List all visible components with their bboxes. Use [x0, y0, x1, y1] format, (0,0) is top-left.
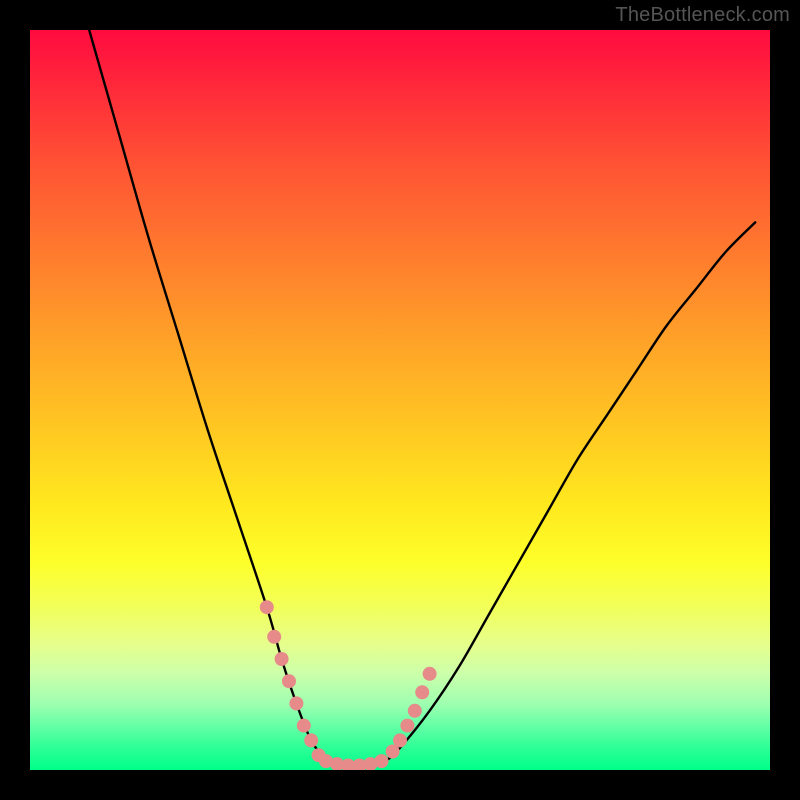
- highlight-dot: [415, 685, 429, 699]
- highlight-dot: [275, 652, 289, 666]
- highlight-dot: [297, 719, 311, 733]
- curve-layer: [30, 30, 770, 770]
- highlight-dot: [304, 733, 318, 747]
- highlight-dot: [423, 667, 437, 681]
- highlight-dot: [282, 674, 296, 688]
- watermark-text: TheBottleneck.com: [615, 4, 790, 27]
- highlight-dot: [260, 600, 274, 614]
- plot-area: [30, 30, 770, 770]
- highlight-dot: [289, 696, 303, 710]
- highlight-dot: [400, 719, 414, 733]
- chart-frame: TheBottleneck.com: [0, 0, 800, 800]
- highlight-dot: [393, 733, 407, 747]
- highlight-dot: [408, 704, 422, 718]
- highlight-dot: [375, 754, 389, 768]
- highlight-dots: [260, 600, 437, 770]
- bottleneck-curve: [89, 30, 755, 767]
- highlight-dot: [267, 630, 281, 644]
